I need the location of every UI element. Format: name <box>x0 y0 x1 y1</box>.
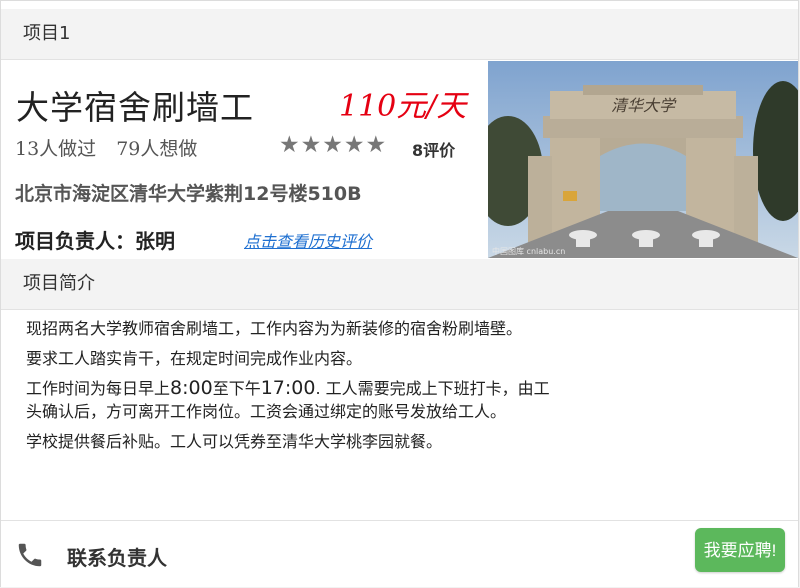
phone-icon <box>18 543 42 567</box>
description-line: 要求工人踏实肯干，在规定时间完成作业内容。 <box>26 349 363 368</box>
project-description: 现招两名大学教师宿舍刷墙工，工作内容为为新装修的宿舍粉刷墙壁。 要求工人踏实肯干… <box>26 317 646 460</box>
project-header: 项目1 <box>1 9 798 60</box>
description-line: 现招两名大学教师宿舍刷墙工，工作内容为为新装修的宿舍粉刷墙壁。 <box>26 319 523 338</box>
want-count: 79人想做 <box>116 138 198 160</box>
done-count: 13人做过 <box>15 138 97 160</box>
project-card: 项目1 大学宿舍刷墙工 110元/天 13人做过 79人想做 ★★★★★ 8评价 … <box>0 0 799 587</box>
description-line: 工作时间为每日早上8:00至下午17:00. 工人需要完成上下班打卡，由工 <box>26 377 550 399</box>
history-reviews-link[interactable]: 点击查看历史评价 <box>244 228 372 252</box>
contact-manager-link[interactable]: 联系负责人 <box>67 542 167 571</box>
apply-button[interactable]: 我要应聘! <box>695 528 785 572</box>
project-header-title: 项目1 <box>23 23 71 44</box>
photo-watermark: 中国图库 cnlabu.cn <box>492 246 565 256</box>
intro-header: 项目简介 <box>1 259 798 310</box>
project-photo: 清华大学 中国图库 cnlabu.cn <box>488 61 798 258</box>
university-gate-image: 清华大学 中国图库 cnlabu.cn <box>488 61 798 258</box>
description-line: 头确认后，方可离开工作岗位。工资会通过绑定的账号发放给工人。 <box>26 402 507 421</box>
project-title: 大学宿舍刷墙工 <box>16 88 254 127</box>
intro-header-title: 项目简介 <box>23 273 95 294</box>
review-count: 8评价 <box>412 141 456 160</box>
project-address: 北京市海淀区清华大学紫荆12号楼510B <box>15 183 362 205</box>
star-rating: ★★★★★ <box>279 132 388 158</box>
svg-text:清华大学: 清华大学 <box>611 96 677 115</box>
price-label: 110元/天 <box>339 89 467 124</box>
project-manager: 项目负责人：张明 <box>15 229 175 253</box>
footer-bar: 联系负责人 我要应聘! <box>1 520 798 587</box>
participation-stats: 13人做过 79人想做 <box>15 134 197 161</box>
description-line: 学校提供餐后补贴。工人可以凭券至清华大学桃李园就餐。 <box>26 432 443 451</box>
